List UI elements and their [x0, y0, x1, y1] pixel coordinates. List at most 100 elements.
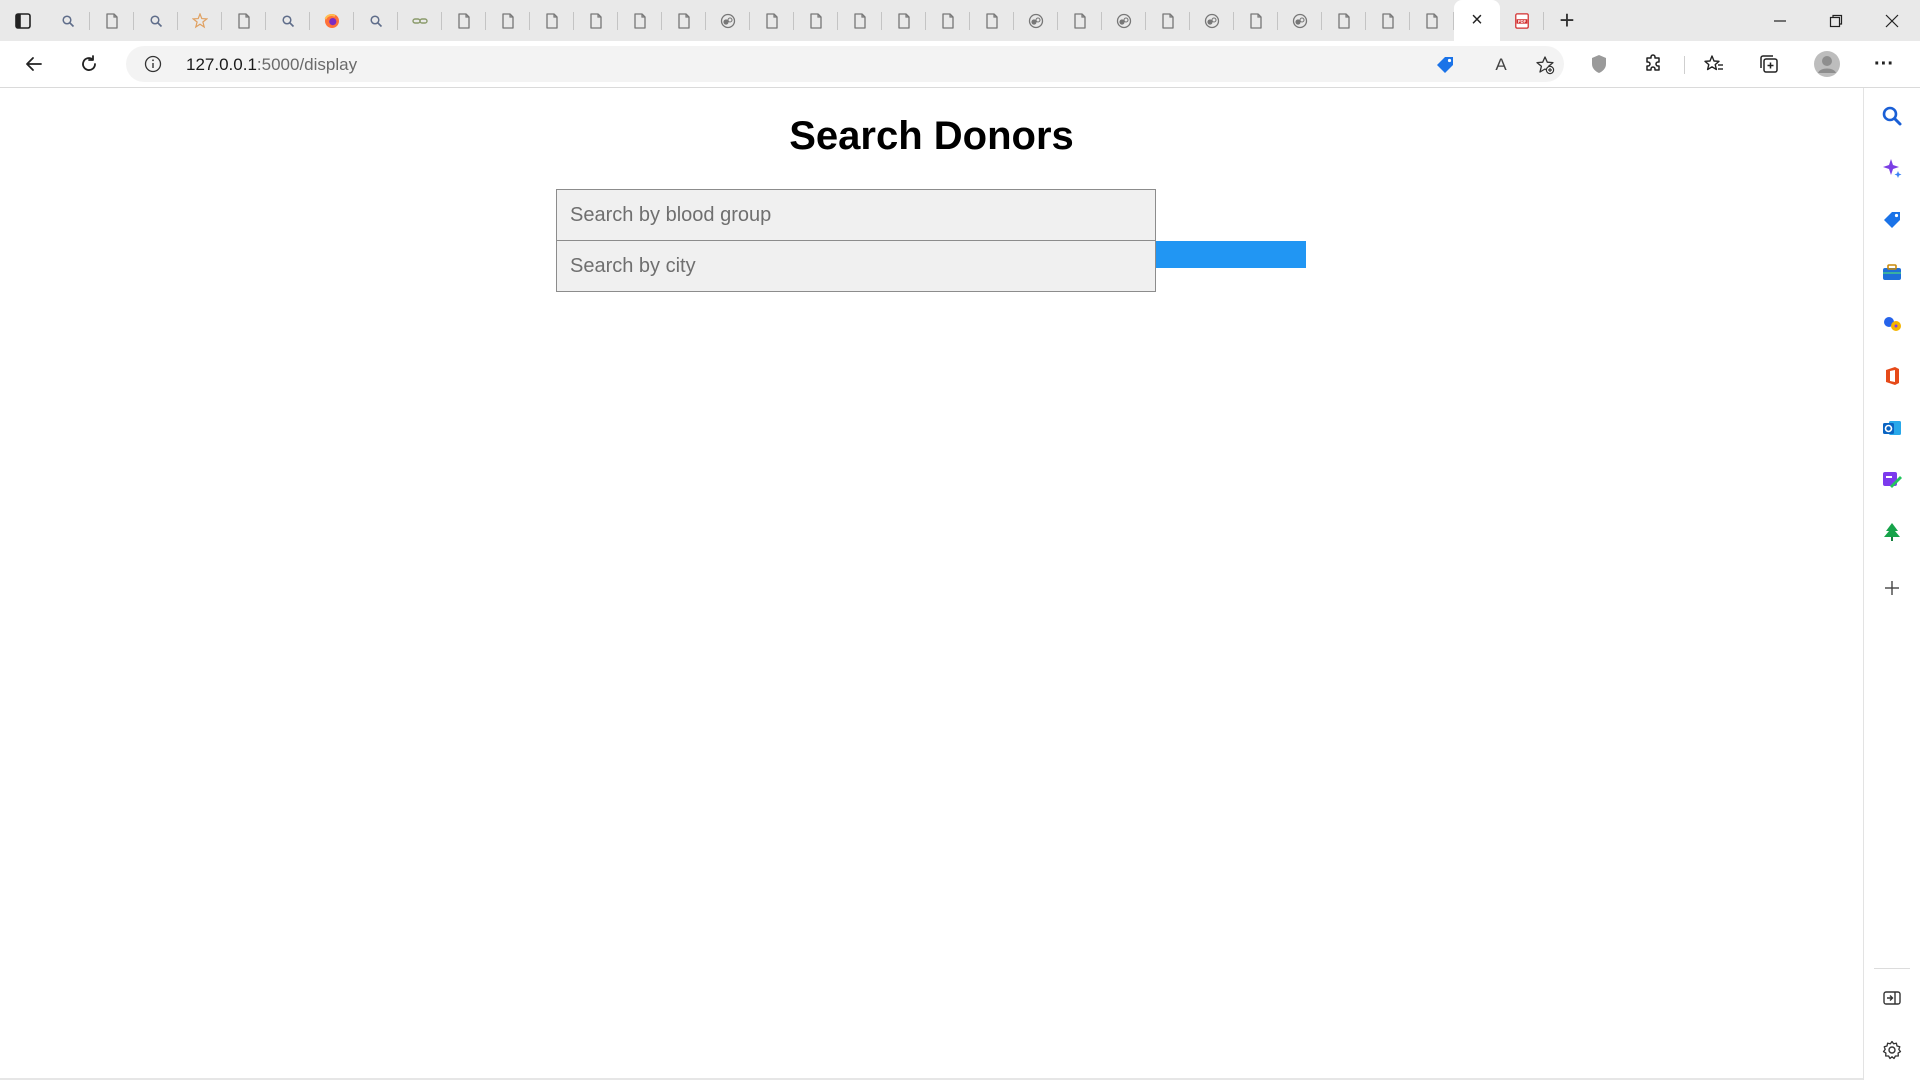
more-menu-button[interactable]: ···	[1867, 48, 1901, 80]
browser-tab[interactable]	[662, 0, 706, 41]
shopping-tag-icon[interactable]	[1880, 208, 1904, 232]
profile-avatar-icon[interactable]	[1810, 48, 1844, 80]
browser-tab[interactable]	[1322, 0, 1366, 41]
city-search-input[interactable]	[556, 240, 1156, 292]
browser-tab[interactable]	[46, 0, 90, 41]
tab-strip: × PDF +	[0, 0, 1920, 41]
browser-tab[interactable]	[530, 0, 574, 41]
github-favicon	[720, 13, 736, 29]
search-favicon	[148, 13, 164, 29]
browser-tab[interactable]	[134, 0, 178, 41]
close-tab-icon[interactable]: ×	[1471, 9, 1483, 32]
maximize-button[interactable]	[1808, 0, 1864, 41]
browser-tab[interactable]	[1278, 0, 1322, 41]
edge-sidebar	[1863, 88, 1920, 1080]
browser-tab[interactable]	[1366, 0, 1410, 41]
browser-tab[interactable]	[266, 0, 310, 41]
sidebar-divider	[1874, 968, 1910, 969]
star-favicon	[192, 12, 208, 29]
browser-tab[interactable]	[1410, 0, 1454, 41]
page-favicon	[1424, 12, 1440, 29]
settings-icon[interactable]	[1880, 1038, 1904, 1062]
favorites-icon[interactable]	[1697, 48, 1731, 80]
page-favicon	[1160, 12, 1176, 29]
page-favicon	[940, 12, 956, 29]
page-favicon	[896, 12, 912, 29]
address-bar[interactable]: 127.0.0.1:5000/display A	[126, 46, 1564, 82]
back-button[interactable]	[17, 48, 51, 80]
page-favicon	[456, 12, 472, 29]
tab-active[interactable]: ×	[1454, 0, 1500, 41]
github-favicon	[1116, 13, 1132, 29]
page-favicon	[588, 12, 604, 29]
browser-tab[interactable]	[926, 0, 970, 41]
tracking-shield-icon[interactable]	[1582, 48, 1616, 80]
page-favicon	[1248, 12, 1264, 29]
tab-list: × PDF	[46, 0, 1544, 41]
search-button[interactable]	[1156, 241, 1306, 268]
browser-tab[interactable]	[1190, 0, 1234, 41]
site-info-icon[interactable]	[144, 55, 162, 78]
games-icon[interactable]	[1880, 312, 1904, 336]
url-text[interactable]: 127.0.0.1:5000/display	[186, 55, 357, 75]
browser-tab[interactable]	[354, 0, 398, 41]
browser-tab[interactable]	[1014, 0, 1058, 41]
toolbar-divider	[1684, 56, 1685, 74]
browser-toolbar: 127.0.0.1:5000/display A ···	[0, 41, 1920, 88]
browser-tab[interactable]	[882, 0, 926, 41]
panel-icon[interactable]	[1880, 986, 1904, 1010]
page-favicon	[852, 12, 868, 29]
browser-tab[interactable]	[618, 0, 662, 41]
browser-tab[interactable]	[1102, 0, 1146, 41]
outlook-icon[interactable]	[1880, 416, 1904, 440]
blood-group-search-input[interactable]	[556, 189, 1156, 241]
firefox-favicon	[324, 13, 340, 29]
link-favicon	[412, 13, 428, 29]
browser-tab[interactable]	[706, 0, 750, 41]
read-aloud-icon[interactable]: A	[1490, 54, 1512, 76]
collections-icon[interactable]	[1752, 48, 1786, 80]
browser-tab[interactable]	[838, 0, 882, 41]
github-favicon	[1028, 13, 1044, 29]
page-content: Search Donors	[0, 88, 1863, 1080]
favorite-star-icon[interactable]	[1534, 54, 1556, 76]
more-menu-glyph: ···	[1874, 52, 1894, 75]
browser-tab[interactable]	[310, 0, 354, 41]
designer-icon[interactable]	[1880, 468, 1904, 492]
browser-tab[interactable]	[794, 0, 838, 41]
github-favicon	[1204, 13, 1220, 29]
browser-tab[interactable]	[970, 0, 1014, 41]
tools-icon[interactable]	[1880, 260, 1904, 284]
browser-tab[interactable]	[398, 0, 442, 41]
browser-tab[interactable]	[1234, 0, 1278, 41]
office-icon[interactable]	[1880, 364, 1904, 388]
browser-tab[interactable]	[574, 0, 618, 41]
browser-tab[interactable]	[1146, 0, 1190, 41]
page-favicon	[1072, 12, 1088, 29]
search-favicon	[60, 13, 76, 29]
read-aloud-glyph: A	[1495, 55, 1507, 74]
shopping-tag-icon[interactable]	[1434, 54, 1456, 76]
url-host: 127.0.0.1	[186, 55, 257, 74]
url-path: :5000/display	[256, 55, 358, 74]
browser-tab[interactable]: PDF	[1500, 0, 1544, 41]
page-favicon	[632, 12, 648, 29]
browser-tab[interactable]	[442, 0, 486, 41]
add-icon[interactable]	[1880, 576, 1904, 600]
refresh-button[interactable]	[72, 48, 106, 80]
new-tab-button[interactable]: +	[1544, 0, 1590, 41]
browser-tab[interactable]	[178, 0, 222, 41]
tree-icon[interactable]	[1880, 520, 1904, 544]
pdf-favicon: PDF	[1514, 12, 1530, 29]
browser-tab[interactable]	[1058, 0, 1102, 41]
browser-tab[interactable]	[750, 0, 794, 41]
tab-actions-icon[interactable]	[0, 0, 46, 41]
browser-tab[interactable]	[222, 0, 266, 41]
close-window-button[interactable]	[1864, 0, 1920, 41]
search-icon[interactable]	[1880, 104, 1904, 128]
browser-tab[interactable]	[90, 0, 134, 41]
browser-tab[interactable]	[486, 0, 530, 41]
extensions-icon[interactable]	[1637, 48, 1671, 80]
minimize-button[interactable]	[1752, 0, 1808, 41]
copilot-icon[interactable]	[1880, 156, 1904, 180]
